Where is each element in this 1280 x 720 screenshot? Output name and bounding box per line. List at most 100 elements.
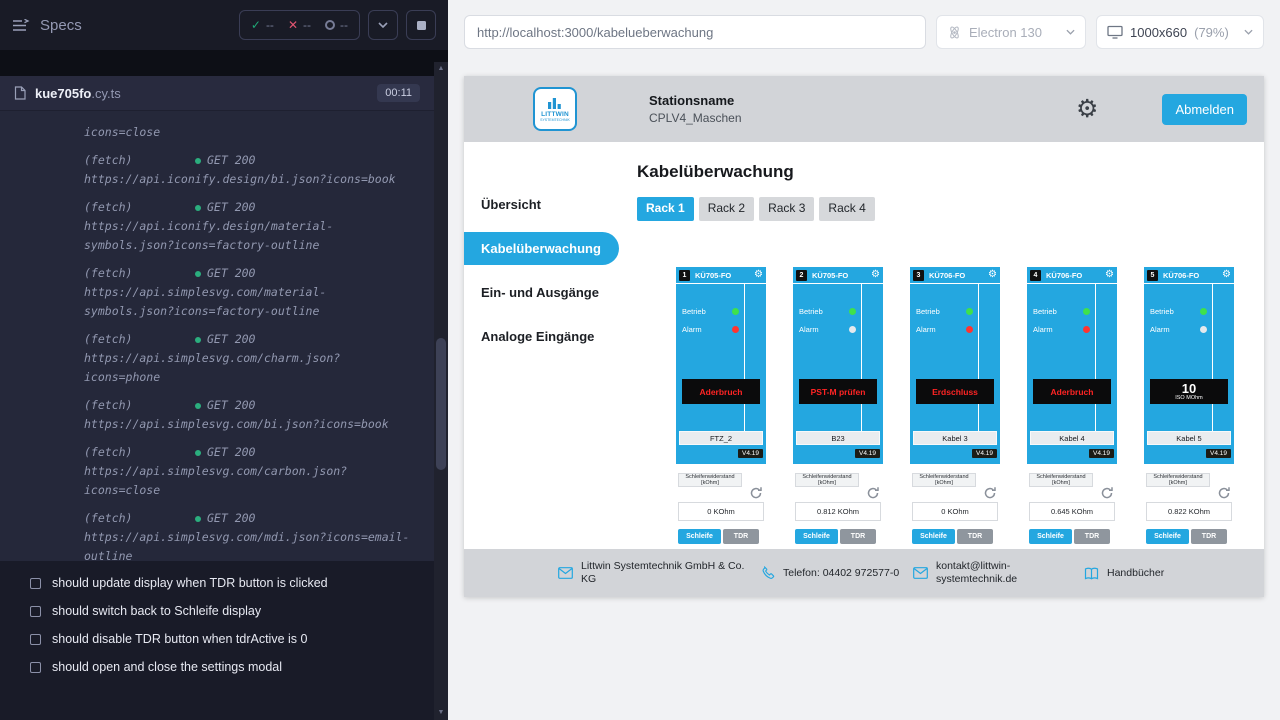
test-state-icon (30, 662, 41, 673)
log-entry[interactable]: icons=close (84, 123, 410, 142)
stop-icon (417, 21, 426, 30)
card-buttons: Schleife TDR (678, 529, 759, 544)
refresh-icon[interactable] (749, 486, 763, 500)
log-entry[interactable]: (fetch) GET 200 https://api.iconify.desi… (84, 198, 410, 255)
refresh-icon[interactable] (1100, 486, 1114, 500)
scroll-up-icon[interactable]: ▲ (434, 62, 448, 76)
test-state-icon (30, 578, 41, 589)
card-header: 3 KÜ706-FO ⚙ (910, 267, 1000, 284)
tdr-button[interactable]: TDR (723, 529, 759, 544)
test-row[interactable]: should switch back to Schleife display (0, 597, 434, 625)
tab-rack-1[interactable]: Rack 1 (637, 197, 694, 221)
request-status-dot (195, 516, 201, 522)
status-display: PST-M prüfen (799, 379, 877, 404)
scrollbar-thumb[interactable] (436, 338, 446, 470)
log-status: GET 200 (207, 443, 255, 462)
device-card: 2 KÜ705-FO ⚙ Betrieb Ala (793, 267, 883, 567)
viewport-size: 1000x660 (1130, 25, 1187, 40)
settings-gear-icon[interactable]: ⚙ (1076, 97, 1098, 122)
stop-button[interactable] (406, 10, 436, 40)
tab-rack-4[interactable]: Rack 4 (819, 197, 874, 221)
refresh-icon[interactable] (983, 486, 997, 500)
alarm-row: Alarm (910, 323, 978, 335)
tdr-button[interactable]: TDR (1191, 529, 1227, 544)
tab-rack-3[interactable]: Rack 3 (759, 197, 814, 221)
card-header: 2 KÜ705-FO ⚙ (793, 267, 883, 284)
tdr-button[interactable]: TDR (957, 529, 993, 544)
measurement-value: 0.822 KOhm (1146, 502, 1232, 521)
test-list: should update display when TDR button is… (0, 561, 434, 720)
url-input[interactable] (464, 15, 926, 49)
betrieb-label: Betrieb (799, 307, 823, 316)
alarm-led (1083, 326, 1090, 333)
specs-label: Specs (40, 17, 82, 34)
station-name: CPLV4_Maschen (649, 111, 742, 125)
firmware-version: V4.19 (738, 449, 763, 458)
refresh-icon[interactable] (866, 486, 880, 500)
log-entry[interactable]: (fetch) GET 200 https://api.iconify.desi… (84, 151, 410, 189)
spec-timer: 00:11 (377, 84, 420, 102)
card-settings-icon[interactable]: ⚙ (1222, 270, 1231, 280)
log-prefix: (fetch) (84, 151, 195, 170)
tab-rack-2[interactable]: Rack 2 (699, 197, 754, 221)
station-label: Stationsname (649, 93, 742, 108)
runner-controls: ✓-- ✕-- -- (239, 10, 436, 40)
firmware-version: V4.19 (1206, 449, 1231, 458)
spec-header[interactable]: kue705fo.cy.ts 00:11 (0, 76, 434, 110)
browser-select[interactable]: Electron 130 (936, 15, 1086, 49)
log-prefix: (fetch) (84, 509, 195, 528)
card-model-label: KÜ706-FO (1163, 271, 1199, 280)
test-row[interactable]: should disable TDR button when tdrActive… (0, 625, 434, 653)
refresh-icon[interactable] (1217, 486, 1231, 500)
runner-scrollbar[interactable]: ▲ ▼ (434, 62, 448, 720)
log-entry[interactable]: (fetch) GET 200 https://api.simplesvg.co… (84, 396, 410, 434)
device-card: 1 KÜ705-FO ⚙ Betrieb Ala (676, 267, 766, 567)
log-entry[interactable]: (fetch) GET 200 https://api.simplesvg.co… (84, 330, 410, 387)
status-text: Aderbruch (700, 387, 743, 397)
scroll-down-icon[interactable]: ▼ (434, 706, 448, 720)
card-divider (1095, 284, 1096, 431)
tdr-button[interactable]: TDR (1074, 529, 1110, 544)
specs-menu-icon[interactable] (12, 19, 30, 32)
nav-item-ein-und-ausgaenge[interactable]: Ein- und Ausgänge (464, 276, 619, 309)
test-row[interactable]: should update display when TDR button is… (0, 569, 434, 597)
page-title: Kabelüberwachung (637, 161, 1264, 182)
logout-button[interactable]: Abmelden (1162, 94, 1247, 125)
card-divider (744, 284, 745, 431)
tdr-button[interactable]: TDR (840, 529, 876, 544)
schleife-button[interactable]: Schleife (795, 529, 838, 544)
nav-item-uebersicht[interactable]: Übersicht (464, 188, 619, 221)
page: Specs ✓-- ✕-- -- kue705fo.c (0, 0, 1280, 720)
pending-icon (325, 20, 335, 30)
schleife-button[interactable]: Schleife (678, 529, 721, 544)
logo-text: LITTWIN (541, 111, 569, 118)
station-info: Stationsname CPLV4_Maschen (649, 93, 742, 125)
log-prefix: (fetch) (84, 396, 195, 415)
nav-item-kabelueberwachung[interactable]: Kabelüberwachung (464, 232, 619, 265)
log-url: https://api.simplesvg.com/bi.json?icons=… (84, 415, 410, 434)
footer-manuals[interactable]: Handbücher (1084, 567, 1164, 580)
footer-company-text: Littwin Systemtechnik GmbH & Co. KG (581, 560, 751, 586)
test-stats[interactable]: ✓-- ✕-- -- (239, 10, 360, 40)
card-settings-icon[interactable]: ⚙ (871, 270, 880, 280)
card-settings-icon[interactable]: ⚙ (988, 270, 997, 280)
request-status-dot (195, 205, 201, 211)
browser-name: Electron 130 (969, 25, 1042, 40)
nav-item-analoge-eingaenge[interactable]: Analoge Eingänge (464, 320, 619, 353)
log-entry[interactable]: (fetch) GET 200 https://api.simplesvg.co… (84, 509, 410, 561)
rack-tabs: Rack 1 Rack 2 Rack 3 Rack 4 (637, 197, 1264, 221)
schleife-button[interactable]: Schleife (1146, 529, 1189, 544)
alarm-label: Alarm (1033, 325, 1053, 334)
log-url: https://api.simplesvg.com/material-symbo… (84, 283, 410, 321)
log-entry[interactable]: (fetch) GET 200 https://api.simplesvg.co… (84, 264, 410, 321)
schleife-button[interactable]: Schleife (912, 529, 955, 544)
card-settings-icon[interactable]: ⚙ (1105, 270, 1114, 280)
schleife-button[interactable]: Schleife (1029, 529, 1072, 544)
test-row[interactable]: should open and close the settings modal (0, 653, 434, 681)
viewport-select[interactable]: 1000x660 (79%) (1096, 15, 1264, 49)
card-divider (978, 284, 979, 431)
log-entry[interactable]: (fetch) GET 200 https://api.simplesvg.co… (84, 443, 410, 500)
collapse-button[interactable] (368, 10, 398, 40)
card-settings-icon[interactable]: ⚙ (754, 270, 763, 280)
littwin-logo: LITTWIN SYSTEMTECHNIK (533, 87, 577, 131)
